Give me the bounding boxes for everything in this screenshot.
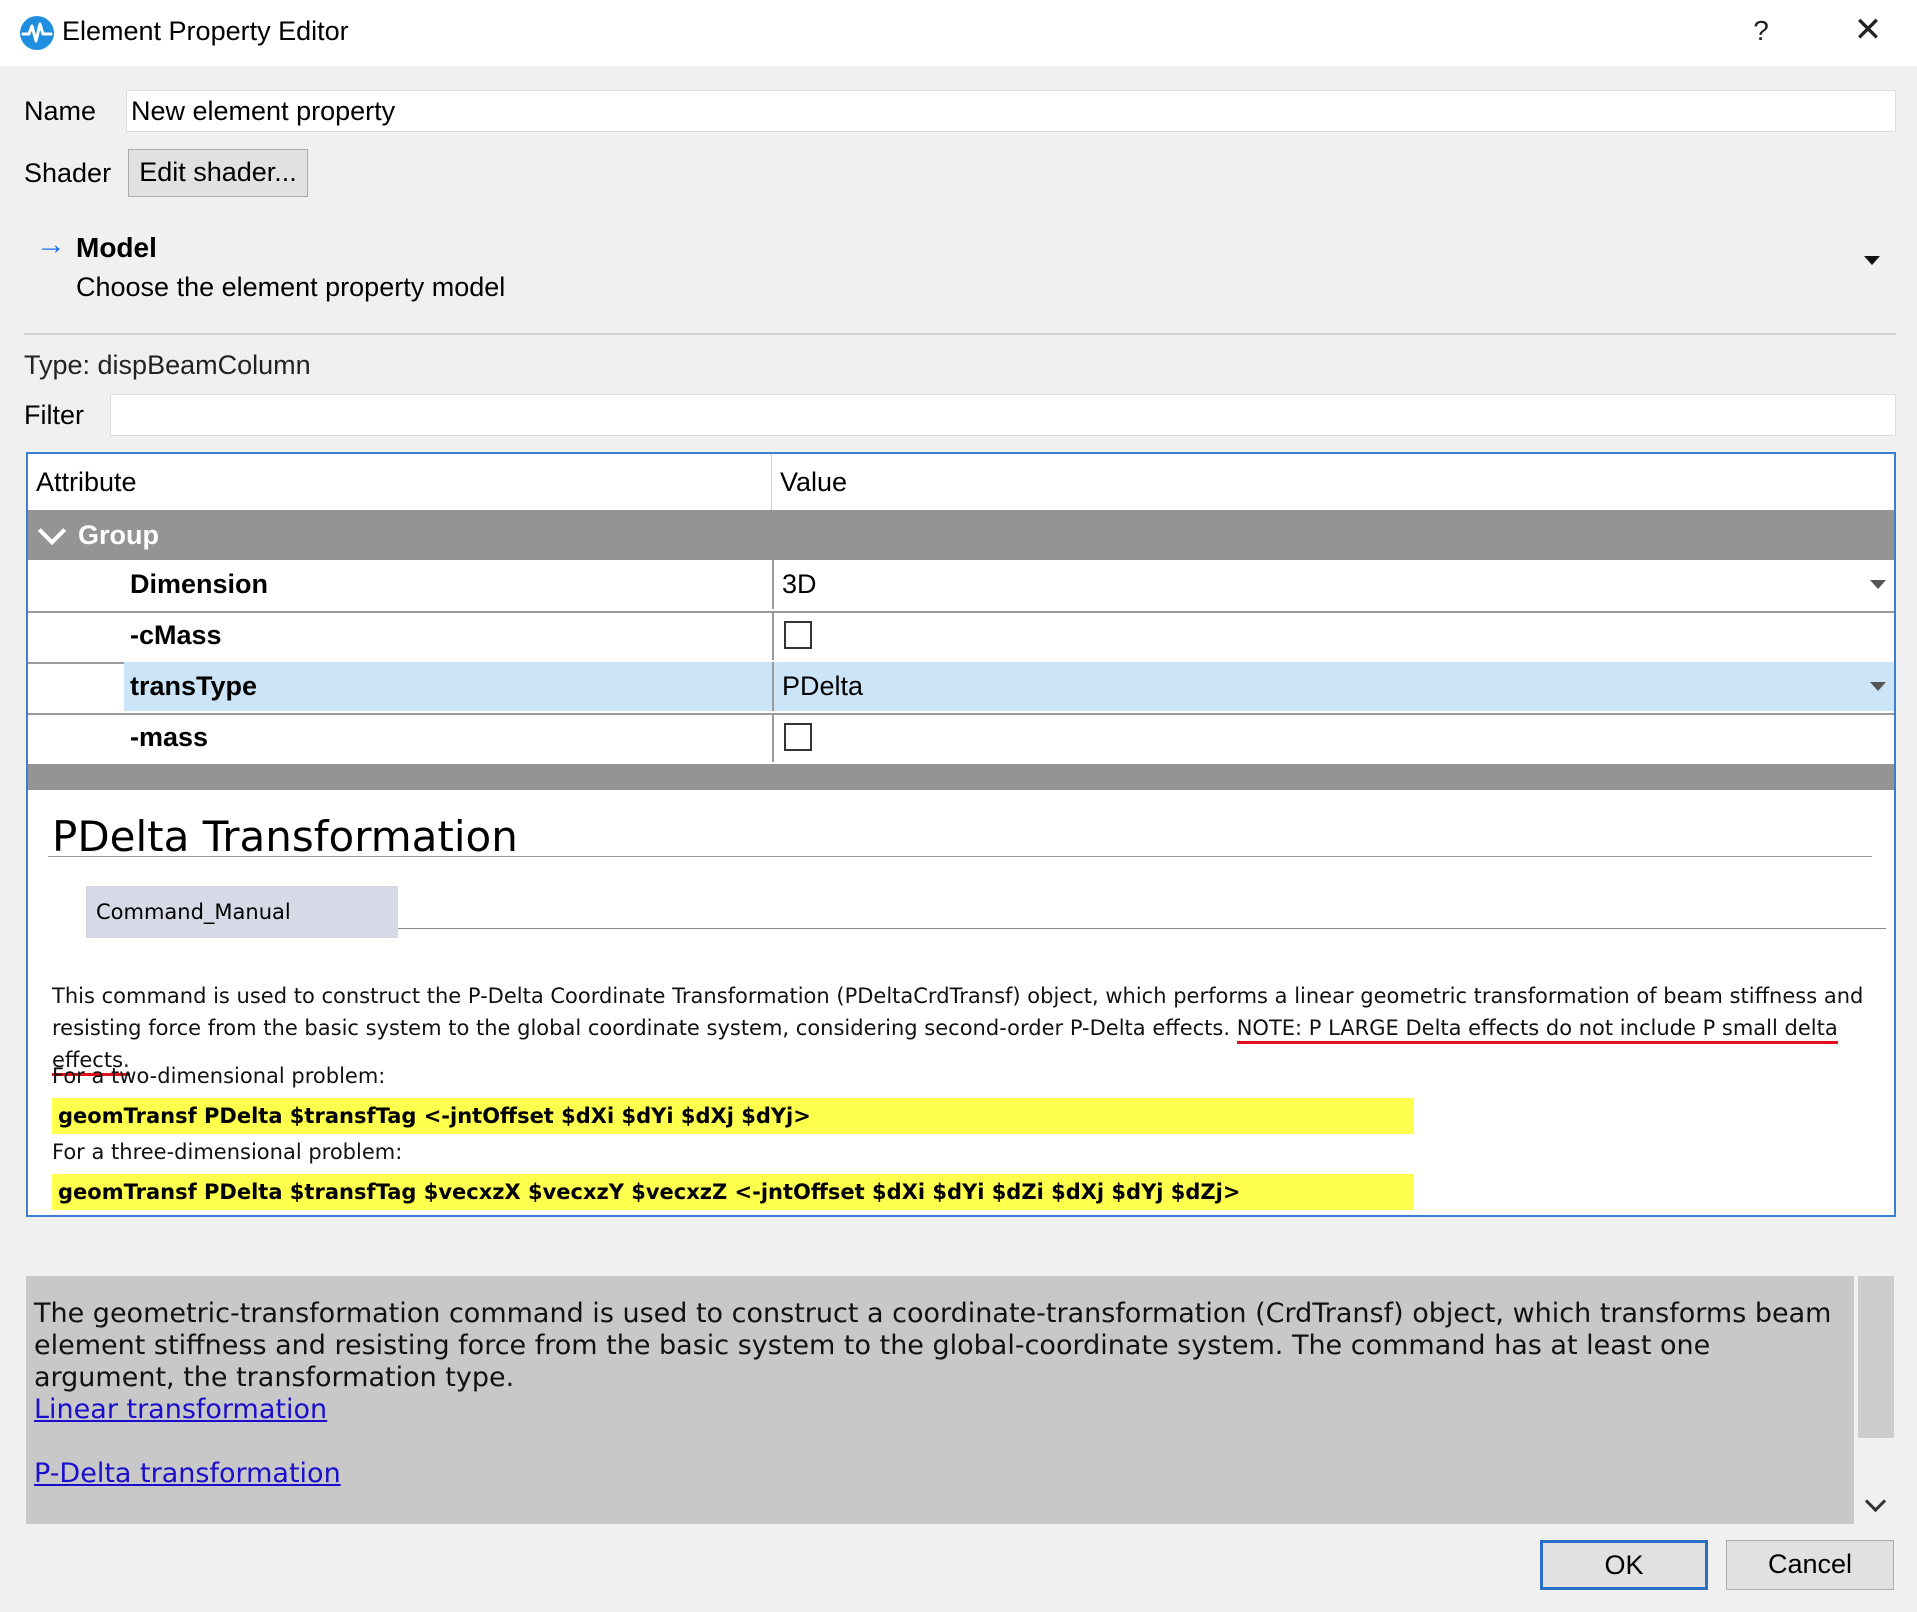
two-dim-label: For a two-dimensional problem: xyxy=(52,1064,386,1088)
property-name: Dimension xyxy=(130,569,269,599)
tab-rule xyxy=(398,928,1886,929)
transtype-select[interactable]: PDelta xyxy=(772,662,1894,711)
section-divider xyxy=(24,333,1896,335)
name-label: Name xyxy=(24,96,97,126)
model-title: Model xyxy=(76,232,157,263)
type-label: Type: dispBeamColumn xyxy=(24,350,311,380)
property-name: -mass xyxy=(130,722,209,752)
filter-input[interactable] xyxy=(110,394,1896,436)
element-property-editor-window: Element Property Editor ? ✕ Name Shader … xyxy=(0,0,1917,1612)
close-button[interactable]: ✕ xyxy=(1840,6,1896,56)
column-header-value[interactable]: Value xyxy=(772,454,1894,510)
property-value: 3D xyxy=(782,569,817,599)
property-value-cell xyxy=(772,611,1894,660)
app-logo-icon xyxy=(18,14,56,52)
description-panel: The geometric-transformation command is … xyxy=(26,1276,1854,1524)
doc-heading: PDelta Transformation xyxy=(52,812,518,861)
model-description: Choose the element property model xyxy=(76,272,506,302)
property-row-cmass[interactable]: -cMass xyxy=(28,611,1894,664)
dimension-select[interactable]: 3D xyxy=(772,560,1894,609)
cmass-checkbox[interactable] xyxy=(784,621,812,649)
group-label: Group xyxy=(78,520,159,550)
shader-label: Shader xyxy=(24,158,112,188)
column-header-attribute[interactable]: Attribute xyxy=(28,454,772,510)
window-title: Element Property Editor xyxy=(62,16,349,46)
model-dropdown-toggle-icon[interactable] xyxy=(1864,256,1880,265)
edit-shader-button[interactable]: Edit shader... xyxy=(128,149,308,197)
scroll-down-arrow-icon[interactable] xyxy=(1864,1490,1887,1513)
three-dim-code: geomTransf PDelta $transfTag $vecxzX $ve… xyxy=(52,1174,1414,1210)
help-button[interactable]: ? xyxy=(1736,6,1786,56)
description-text-block: The geometric-transformation command is … xyxy=(34,1298,1846,1490)
dropdown-arrow-icon[interactable] xyxy=(1870,580,1886,589)
dropdown-arrow-icon[interactable] xyxy=(1870,682,1886,691)
property-value: PDelta xyxy=(782,671,864,701)
scrollbar-thumb[interactable] xyxy=(1858,1276,1894,1438)
property-name: -cMass xyxy=(130,620,222,650)
title-bar: Element Property Editor ? ✕ xyxy=(0,0,1917,66)
property-name: transType xyxy=(124,662,772,711)
chevron-down-icon[interactable] xyxy=(37,516,67,546)
linear-transformation-link[interactable]: Linear transformation xyxy=(34,1394,327,1425)
grid-separator-band xyxy=(28,764,1894,790)
ok-button[interactable]: OK xyxy=(1540,1540,1708,1590)
mass-checkbox[interactable] xyxy=(784,723,812,751)
doc-paragraph: This command is used to construct the P-… xyxy=(52,980,1882,1076)
arrow-right-icon: → xyxy=(36,228,66,261)
heading-rule xyxy=(48,856,1872,857)
command-manual-tab[interactable]: Command_Manual xyxy=(86,886,398,938)
pdelta-transformation-link[interactable]: P-Delta transformation xyxy=(34,1458,341,1489)
cancel-button[interactable]: Cancel xyxy=(1726,1540,1894,1590)
description-text: The geometric-transformation command is … xyxy=(34,1298,1832,1393)
group-header-row[interactable]: Group xyxy=(28,510,1894,560)
property-row-mass[interactable]: -mass xyxy=(28,713,1894,766)
description-scrollbar[interactable] xyxy=(1856,1276,1896,1524)
name-input[interactable] xyxy=(126,90,1896,132)
two-dim-code: geomTransf PDelta $transfTag <-jntOffset… xyxy=(52,1098,1414,1134)
property-row-dimension[interactable]: Dimension 3D xyxy=(28,560,1894,613)
property-value-cell xyxy=(772,713,1894,762)
filter-label: Filter xyxy=(24,400,84,430)
three-dim-label: For a three-dimensional problem: xyxy=(52,1140,403,1164)
property-grid: Attribute Value Group Dimension 3D -cMas… xyxy=(26,452,1896,1217)
property-row-transtype[interactable]: transType PDelta xyxy=(28,662,1894,715)
